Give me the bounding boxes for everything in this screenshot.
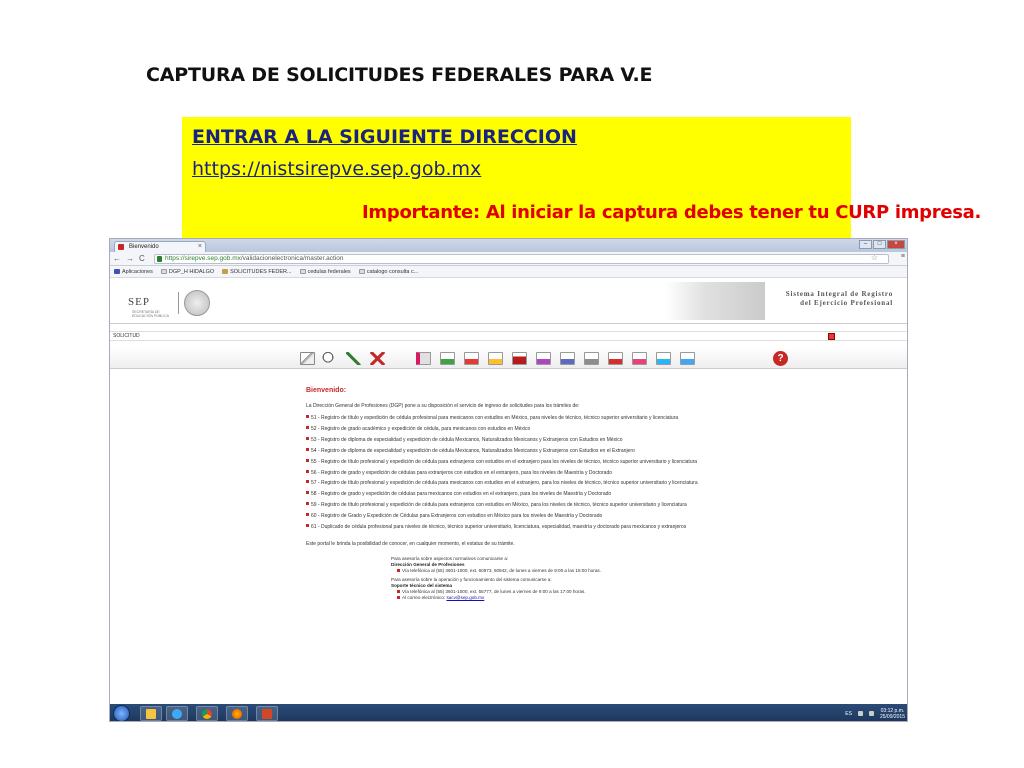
back-arrow-icon[interactable]: ← (113, 254, 121, 263)
close-solicitud-icon[interactable] (828, 333, 835, 340)
chrome-icon[interactable] (196, 706, 218, 721)
sep-header: SEP SECRETARÍA DE EDUCACIÓN PÚBLICA Sist… (110, 278, 907, 324)
list-item: 52 - Registro de grado académico y exped… (306, 424, 698, 435)
clock[interactable]: 03:12 p.m. 25/09/2015 (880, 708, 905, 720)
list-item: 59 - Registro de título profesional y ex… (306, 500, 698, 511)
folder-icon (222, 269, 229, 274)
reload-icon[interactable]: C (139, 254, 145, 263)
bookmark-catalogo[interactable]: catalogo consulta c... (358, 269, 418, 275)
url-path: /validacionelectronica/master.action (240, 255, 344, 262)
address-bar: ← → C https://sirepve.sep.gob.mx/validac… (110, 252, 907, 266)
help-icon[interactable]: ? (773, 351, 788, 366)
network-icon[interactable] (857, 711, 863, 716)
list-item: 58 - Registro de grado y expedición de c… (306, 489, 698, 500)
firefox-icon[interactable] (226, 706, 248, 721)
internet-explorer-icon[interactable] (166, 706, 188, 721)
check-icon[interactable] (346, 352, 361, 365)
important-note: Importante: Al iniciar la captura debes … (362, 202, 982, 223)
page-icon (299, 269, 306, 274)
lock-icon (157, 256, 162, 262)
list-item: 60 - Registro de Grado y Expedición de C… (306, 511, 698, 522)
tab-favicon-icon (118, 244, 124, 250)
national-seal-icon (184, 290, 210, 316)
box-heading: ENTRAR A LA SIGUIENTE DIRECCION (192, 126, 577, 148)
delete-icon[interactable] (370, 352, 385, 365)
form-darkred-icon[interactable] (512, 352, 527, 365)
form-green-icon[interactable] (440, 352, 455, 365)
save-icon[interactable] (416, 352, 431, 365)
language-indicator[interactable]: ES (845, 711, 852, 717)
star-icon[interactable]: ☆ (871, 254, 878, 262)
new-document-icon[interactable] (300, 352, 315, 365)
browser-titlebar: Bienvenido × – □ × (110, 239, 907, 252)
slide-title: CAPTURA DE SOLICITUDES FEDERALES PARA V.… (146, 64, 653, 86)
window-controls: – □ × (859, 240, 905, 249)
solicitud-label: SOLICITUD (113, 333, 140, 339)
url-host: https://sirepve.sep.gob.mx (165, 255, 241, 262)
tab-title: Bienvenido (129, 244, 159, 250)
form-pink-icon[interactable] (632, 352, 647, 365)
slide: CAPTURA DE SOLICITUDES FEDERALES PARA V.… (0, 0, 1024, 768)
contact-info: Para asesoría sobre aspectos normativos … (391, 556, 601, 601)
sep-logo: SEP (128, 296, 150, 308)
page-icon (160, 269, 167, 274)
list-item: 55 - Registro de título profesional y ex… (306, 457, 698, 468)
browser-tab[interactable]: Bienvenido × (114, 241, 206, 252)
system-tray: ES 03:12 p.m. 25/09/2015 (845, 706, 905, 721)
list-item: 57 - Registro de título profesional y ex… (306, 478, 698, 489)
menu-icon[interactable]: ≡ (901, 253, 905, 260)
portal-text: Este portal le brinda la posibilidad de … (306, 541, 515, 547)
minimize-button[interactable]: – (859, 240, 872, 249)
start-button[interactable] (113, 705, 130, 721)
form-blue-icon[interactable] (680, 352, 695, 365)
welcome-heading: Bienvenido: (306, 387, 347, 394)
powerpoint-icon[interactable] (256, 706, 278, 721)
forward-arrow-icon[interactable]: → (126, 254, 134, 263)
list-item: 53 - Registro de diploma de especialidad… (306, 435, 698, 446)
form-purple-icon[interactable] (536, 352, 551, 365)
solicitud-bar: SOLICITUD (110, 331, 907, 341)
bookmark-cedulas[interactable]: cedulas federales (299, 269, 351, 275)
form-indigo-icon[interactable] (560, 352, 575, 365)
welcome-content: Bienvenido: La Dirección General de Prof… (110, 370, 907, 704)
file-explorer-icon[interactable] (140, 706, 162, 721)
list-item: 56 - Registro de grado y expedición de c… (306, 468, 698, 479)
list-item: 61 - Duplicado de cédula profesional par… (306, 522, 698, 533)
logo-divider (178, 292, 179, 314)
action-toolbar: ? (110, 347, 907, 369)
url-input[interactable]: https://sirepve.sep.gob.mx/validacionele… (154, 254, 889, 264)
bookmark-dgp-hidalgo[interactable]: DGP_H HIDALGO (160, 269, 214, 275)
support-email-link[interactable]: sacv@sep.gob.mx (446, 595, 484, 600)
form-yellow-icon[interactable] (488, 352, 503, 365)
list-item: 51 - Registro de título y expedición de … (306, 413, 698, 424)
form-red-icon[interactable] (464, 352, 479, 365)
form-crimson-icon[interactable] (608, 352, 623, 365)
page-icon (358, 269, 365, 274)
volume-icon[interactable] (868, 711, 874, 716)
system-title: Sistema Integral de Registro del Ejercic… (785, 290, 893, 307)
tramites-list: 51 - Registro de título y expedición de … (306, 413, 698, 533)
bookmark-apps[interactable]: Aplicaciones (114, 269, 153, 275)
form-lightblue-icon[interactable] (656, 352, 671, 365)
bookmarks-bar: Aplicaciones DGP_H HIDALGO SOLICITUDES F… (110, 266, 907, 278)
search-icon[interactable] (322, 352, 337, 365)
close-window-button[interactable]: × (887, 240, 905, 249)
list-item: 54 - Registro de diploma de especialidad… (306, 446, 698, 457)
browser-screenshot: Bienvenido × – □ × ← → C https://sirepve… (109, 238, 908, 722)
bookmark-solicitudes[interactable]: SOLICITUDES FEDER... (222, 269, 292, 275)
apps-grid-icon (114, 269, 120, 274)
form-gray-icon[interactable] (584, 352, 599, 365)
sep-logo-subtitle: SECRETARÍA DE EDUCACIÓN PÚBLICA (132, 310, 169, 318)
box-url-link[interactable]: https://nistsirepve.sep.gob.mx (192, 158, 481, 180)
intro-text: La Dirección General de Profesiones (DGP… (306, 403, 580, 409)
maximize-button[interactable]: □ (873, 240, 886, 249)
header-people-graphic (665, 282, 765, 320)
tab-close-icon[interactable]: × (198, 242, 202, 252)
windows-taskbar: ES 03:12 p.m. 25/09/2015 (110, 704, 907, 721)
